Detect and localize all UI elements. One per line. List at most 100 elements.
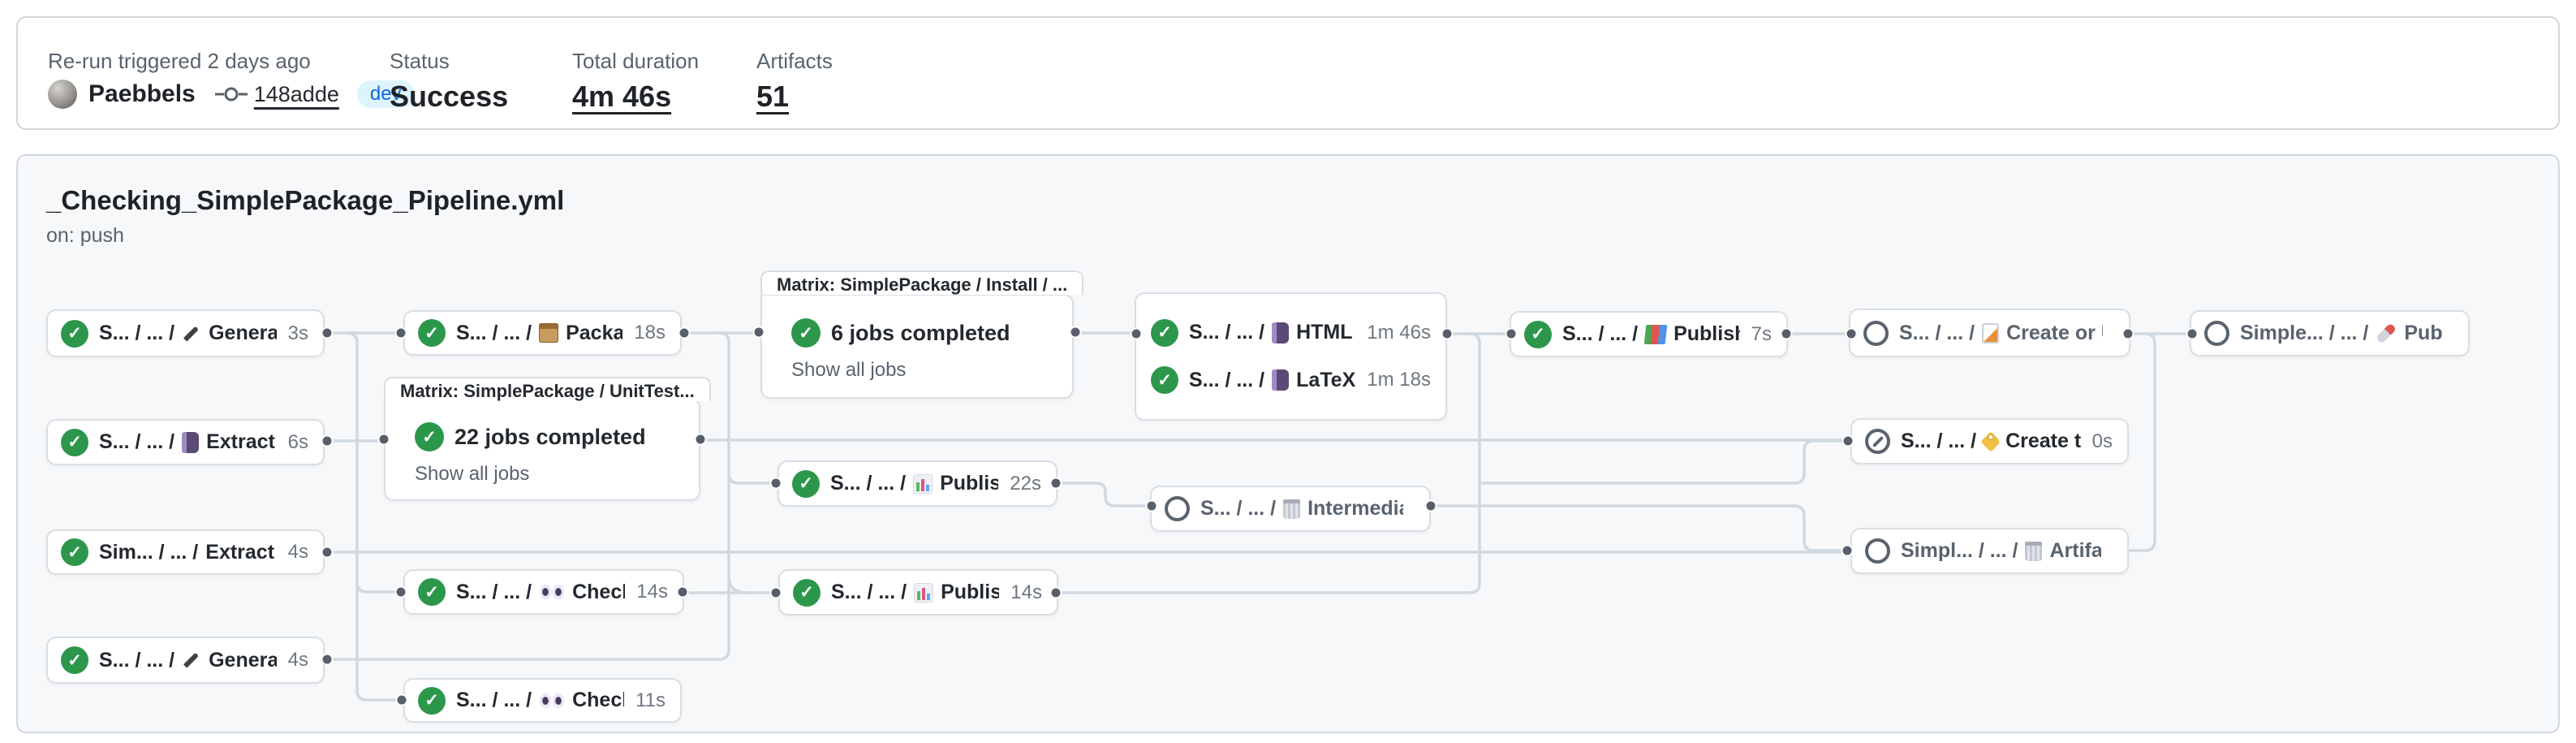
job-label-name: Create tag '${{ in... (2005, 430, 2081, 453)
job-label: S... / ... / LaTeX Docu... (1189, 369, 1355, 392)
eyes-icon (539, 693, 565, 709)
artifacts-count-link[interactable]: 51 (756, 80, 789, 114)
job-label-name: HTML Docu... (1296, 321, 1355, 344)
success-icon (418, 578, 446, 606)
job-label-name: Intermediate Artifa... (1307, 497, 1403, 521)
job-duration: 3s (277, 322, 308, 345)
job-label: S... / ... / Create tag '${{ in... (1901, 430, 2081, 453)
job-node-check-documentation[interactable]: S... / ... / Check docume... 11s (403, 678, 682, 723)
job-duration: 4s (277, 541, 308, 564)
actor-row: Paebbels 148adde dev (48, 80, 415, 109)
job-node-publish-test-results[interactable]: S... / ... / Publish Test Re... 14s (778, 569, 1058, 616)
success-icon (61, 320, 88, 348)
success-icon (1524, 321, 1552, 348)
rocket-icon (2376, 322, 2397, 343)
job-node-publish-code-coverage[interactable]: S... / ... / Publish Code C... 22s (778, 460, 1058, 507)
job-label-prefix: S... / ... / (1899, 322, 1975, 345)
notebook-icon (1272, 369, 1289, 391)
job-node-generate-pipeline-1[interactable]: S... / ... / Generate pipelin... 3s (46, 309, 325, 357)
job-label-prefix: S... / ... / (1189, 369, 1264, 392)
job-label: S... / ... / Package in Sou... (456, 322, 622, 345)
notebook-icon (182, 432, 199, 453)
job-node-artifact-cleanup[interactable]: Simpl... / ... / Artifact Cleanup (1850, 528, 2129, 574)
job-duration: 6s (277, 431, 308, 454)
job-node-create-tag[interactable]: S... / ... / Create tag '${{ in... 0s (1850, 418, 2129, 464)
job-label-name: Generate pipelin... (209, 322, 277, 345)
job-label-prefix: S... / ... / (831, 581, 907, 604)
job-node-intermediate-artifacts[interactable]: S... / ... / Intermediate Artifa... (1150, 486, 1431, 532)
job-node-latex-documentation[interactable]: S... / ... / LaTeX Docu... 1m 18s (1151, 366, 1431, 394)
job-label-name: Publish to GH-P... (1674, 322, 1740, 346)
job-label: S... / ... / Check docume... (456, 689, 624, 712)
job-label: S... / ... / HTML Docu... (1189, 321, 1355, 344)
job-label-prefix: Simpl... / ... / (1901, 539, 2018, 563)
success-icon (1151, 366, 1178, 394)
duration-value: 4m 46s (572, 80, 671, 114)
pending-icon (1865, 538, 1890, 564)
job-label-name: Publish to PyPI (2404, 322, 2442, 345)
job-label-prefix: S... / ... / (456, 689, 532, 712)
job-label: Simpl... / ... / Artifact Cleanup (1901, 539, 2101, 563)
matrix-group-unittest[interactable]: 22 jobs completed Show all jobs (384, 398, 700, 501)
job-node-extract-information[interactable]: Sim... / ... / Extract Information 4s (46, 529, 325, 575)
matrix-group-install[interactable]: 6 jobs completed Show all jobs (760, 294, 1074, 399)
run-summary-card: Re-run triggered 2 days ago Paebbels 148… (16, 16, 2560, 130)
job-node-publish-pypi[interactable]: Simple... / ... / Publish to PyPI (2190, 310, 2470, 356)
avatar (48, 80, 77, 109)
eyes-icon (539, 584, 565, 600)
status-label: Status (390, 49, 450, 74)
job-label-name: Extract configur... (206, 430, 277, 454)
job-label: S... / ... / Create or Update R... (1899, 322, 2103, 345)
success-icon (792, 470, 820, 498)
matrix-completed-text: 6 jobs completed (831, 321, 1010, 346)
commit-sha[interactable]: 148adde (254, 82, 339, 107)
job-duration: 14s (625, 581, 668, 603)
success-icon (1151, 319, 1178, 347)
pencil-icon (182, 650, 201, 670)
job-node-html-documentation[interactable]: S... / ... / HTML Docu... 1m 46s (1151, 319, 1431, 347)
actor-name: Paebbels (88, 80, 196, 108)
package-icon (539, 323, 558, 343)
job-label-prefix: S... / ... / (1562, 322, 1638, 346)
job-label: S... / ... / Generate pipelin... (99, 322, 277, 345)
job-duration: 7s (1740, 323, 1772, 346)
job-node-check-static-typing[interactable]: S... / ... / Check Static Ty... 14s (403, 569, 684, 615)
pending-icon (1165, 496, 1190, 521)
job-label-name: Generate pipelin... (209, 649, 277, 672)
success-icon (793, 579, 821, 607)
job-node-generate-pipeline-2[interactable]: S... / ... / Generate pipelin... 4s (46, 637, 325, 684)
status-value: Success (390, 80, 508, 114)
job-label-prefix: S... / ... / (99, 430, 174, 454)
success-icon (61, 429, 88, 456)
show-all-jobs-link[interactable]: Show all jobs (415, 463, 529, 486)
show-all-jobs-link[interactable]: Show all jobs (791, 359, 906, 382)
job-node-create-update-release[interactable]: S... / ... / Create or Update R... (1849, 309, 2130, 357)
commit-link[interactable]: 148adde (215, 82, 339, 107)
matrix-status-row: 22 jobs completed (415, 422, 699, 451)
books-icon (1644, 325, 1668, 344)
job-node-package-in-source[interactable]: S... / ... / Package in Sou... 18s (403, 310, 682, 356)
success-icon (791, 318, 821, 348)
bar-chart-icon (913, 474, 933, 494)
job-label-name: Package in Sou... (566, 322, 622, 345)
job-node-extract-configuration[interactable]: S... / ... / Extract configur... 6s (46, 419, 325, 465)
matrix-tab-unittest[interactable]: Matrix: SimplePackage / UnitTest... (384, 377, 711, 401)
job-duration: 22s (998, 473, 1041, 495)
job-node-publish-gh-pages[interactable]: S... / ... / Publish to GH-P... 7s (1510, 311, 1788, 357)
pencil-icon (182, 324, 201, 343)
workflow-run-page: Re-run triggered 2 days ago Paebbels 148… (0, 0, 2576, 743)
job-label-name: Check Static Ty... (572, 581, 625, 604)
job-label-prefix: S... / ... / (830, 472, 906, 495)
job-label-name: Publish Test Re... (941, 581, 999, 604)
success-icon (415, 422, 444, 451)
job-label-prefix: S... / ... / (1189, 321, 1264, 344)
job-label-prefix: S... / ... / (456, 322, 532, 345)
job-duration: 4s (277, 649, 308, 672)
job-label: S... / ... / Check Static Ty... (456, 581, 625, 604)
job-label-prefix: S... / ... / (99, 649, 174, 672)
success-icon (418, 319, 446, 347)
job-label: S... / ... / Extract configur... (99, 430, 277, 454)
matrix-tab-install[interactable]: Matrix: SimplePackage / Install / ... (760, 270, 1083, 295)
job-label-prefix: S... / ... / (1200, 497, 1276, 521)
job-label-prefix: Simple... / ... / (2240, 322, 2368, 345)
